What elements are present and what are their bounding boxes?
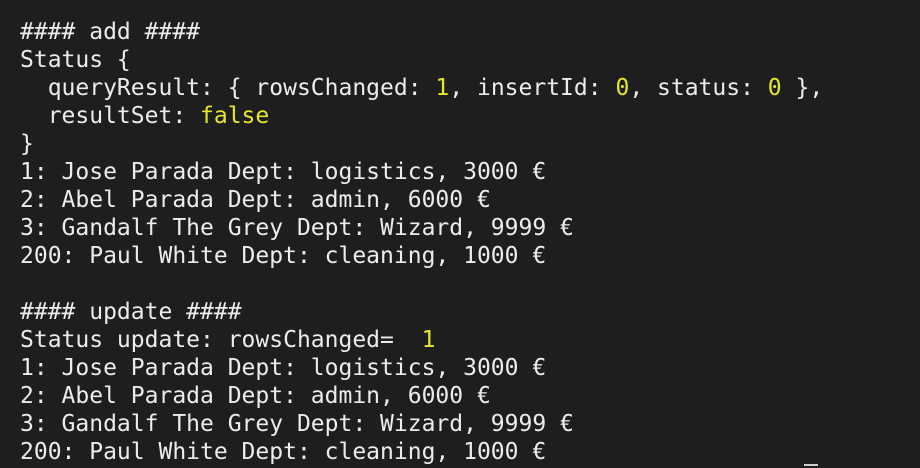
employee-row: 3: Gandalf The Grey Dept: Wizard, 9999 € [20,215,574,241]
status-prefix: , status: [629,75,768,101]
update-section-header: #### update #### [20,299,242,325]
status-close-line: } [20,131,34,157]
employee-row: 2: Abel Parada Dept: admin, 6000 € [20,383,491,409]
terminal-output: #### add #### Status { queryResult: { ro… [0,0,920,468]
add-section-header: #### add #### [20,19,201,45]
query-result-suffix: }, [781,75,824,101]
employee-row: 3: Gandalf The Grey Dept: Wizard, 9999 € [20,411,574,437]
status-open-line: Status { [20,47,131,73]
rows-changed-value: 1 [435,75,450,101]
query-result-line: queryResult: { rowsChanged: 1, insertId:… [20,74,920,102]
insert-id-value: 0 [615,75,630,101]
status-value: 0 [767,75,782,101]
employee-row: 2: Abel Parada Dept: admin, 6000 € [20,187,491,213]
status-update-prefix: Status update: rowsChanged= [20,327,422,353]
status-update-line: Status update: rowsChanged= 1 [20,326,920,354]
terminal-cursor [804,464,818,466]
employee-row: 200: Paul White Dept: cleaning, 1000 € [20,243,547,269]
employee-row: 1: Jose Parada Dept: logistics, 3000 € [20,159,547,185]
result-set-line: resultSet: false [20,102,920,130]
status-update-value: 1 [421,327,436,353]
result-set-prefix: resultSet: [20,103,201,129]
query-result-prefix: queryResult: { rowsChanged: [20,75,436,101]
employee-row: 1: Jose Parada Dept: logistics, 3000 € [20,355,547,381]
employee-row: 200: Paul White Dept: cleaning, 1000 € [20,439,547,465]
result-set-value: false [200,103,270,129]
insert-id-prefix: , insertId: [449,75,616,101]
